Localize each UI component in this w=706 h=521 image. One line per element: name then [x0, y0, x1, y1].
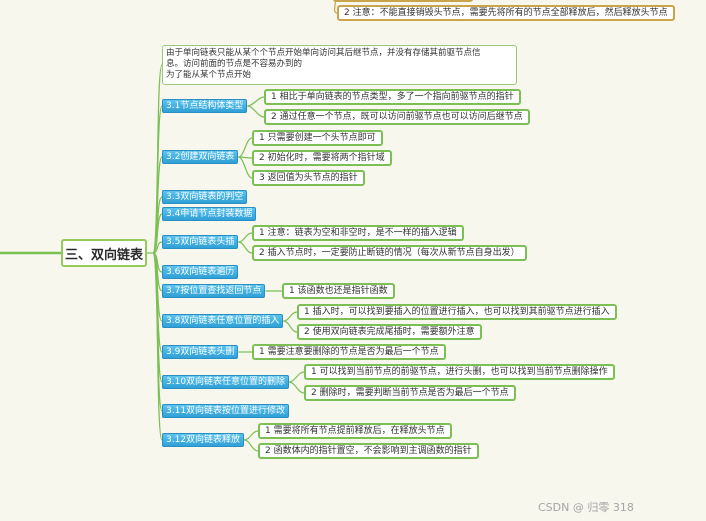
connector-line: [283, 311, 298, 322]
intro-line: 由于单向链表只能从某个个节点开始单向访问其后继节点，并没有存储其前驱节点信: [166, 48, 481, 58]
leaf-3-9-1[interactable]: 1 需要注意要删除的节点是否为最后一个节点: [252, 344, 446, 360]
leaf-3-12-2[interactable]: 2 函数体内的指针置空，不会影响到主调函数的指针: [258, 443, 479, 459]
top-note-node[interactable]: 2 注意：不能直接销毁头节点，需要先将所有的节点全部释放后，然后释放头节点: [337, 5, 675, 21]
leaf-3-2-3[interactable]: 3 返回值为头节点的指针: [252, 170, 365, 186]
section-3-1[interactable]: 3.1节点结构体类型: [162, 99, 248, 113]
csdn-watermark: CSDN @ 归零 318: [538, 501, 634, 514]
section-3-11[interactable]: 3.11双向链表按位置进行修改: [162, 404, 290, 418]
section-3-3[interactable]: 3.3双向链表的判空: [162, 190, 248, 204]
connector-line: [247, 105, 265, 118]
leaf-3-2-2[interactable]: 2 初始化时，需要将两个指针域: [252, 150, 392, 166]
top-stub-node: [333, 0, 473, 2]
leaf-3-1-2[interactable]: 2 通过任意一个节点，既可以访问前驱节点也可以访问后继节点: [264, 109, 530, 125]
section-3-4[interactable]: 3.4申请节点封装数据: [162, 207, 257, 221]
connector-line: [238, 241, 253, 254]
leaf-3-5-1[interactable]: 1 注意：链表为空和非空时，是不一样的插入逻辑: [252, 225, 464, 241]
intro-line: 息。访问前面的节点是不容易办到的: [166, 59, 303, 69]
connector-line: [288, 381, 305, 394]
leaf-3-10-2[interactable]: 2 删除时，需要判断当前节点是否为最后一个节点: [304, 385, 516, 401]
section-3-8[interactable]: 3.8双向链表任意位置的插入: [162, 314, 284, 328]
connector-line: [238, 156, 253, 179]
section-3-6[interactable]: 3.6双向链表遍历: [162, 265, 239, 279]
intro-note[interactable]: 由于单向链表只能从某个个节点开始单向访问其后继节点，并没有存储其前驱节点信 息。…: [162, 45, 517, 85]
section-3-9[interactable]: 3.9双向链表头删: [162, 345, 239, 359]
leaf-3-1-1[interactable]: 1 相比于单向链表的节点类型，多了一个指向前驱节点的指针: [264, 89, 521, 105]
section-3-2[interactable]: 3.2创建双向链表: [162, 150, 239, 164]
connector-line: [283, 320, 298, 333]
section-3-5[interactable]: 3.5双向链表头插: [162, 235, 239, 249]
connector-line: [243, 439, 259, 452]
connector-line: [288, 371, 305, 383]
leaf-3-2-1[interactable]: 1 只需要创建一个头节点即可: [252, 130, 383, 146]
leaf-3-7-1[interactable]: 1 该函数也还是指针函数: [282, 283, 395, 299]
section-3-7[interactable]: 3.7按位置查找返回节点: [162, 284, 266, 298]
connector-line: [238, 232, 253, 243]
leaf-3-8-2[interactable]: 2 使用双向链表完成尾插时，需要额外注意: [297, 324, 482, 340]
connector-line: [238, 137, 253, 158]
root-node[interactable]: 三、双向链表: [61, 239, 147, 267]
leaf-3-10-1[interactable]: 1 可以找到当前节点的前驱节点，进行头删，也可以找到当前节点删除操作: [304, 364, 615, 380]
section-3-10[interactable]: 3.10双向链表任意位置的删除: [162, 375, 290, 389]
connector-line: [247, 96, 265, 107]
leaf-3-8-1[interactable]: 1 插入时，可以找到要插入的位置进行插入，也可以找到其前驱节点进行插入: [297, 304, 617, 320]
intro-line: 为了能从某个节点开始: [166, 70, 252, 80]
mind-map: 2 注意：不能直接销毁头节点，需要先将所有的节点全部释放后，然后释放头节点 由于…: [0, 0, 706, 521]
section-3-12[interactable]: 3.12双向链表释放: [162, 433, 245, 447]
leaf-3-12-1[interactable]: 1 需要将所有节点提前释放后，在释放头节点: [258, 423, 452, 439]
connector-line: [243, 430, 259, 441]
leaf-3-5-2[interactable]: 2 插入节点时，一定要防止断链的情况（每次从新节点自身出发）: [252, 245, 527, 261]
